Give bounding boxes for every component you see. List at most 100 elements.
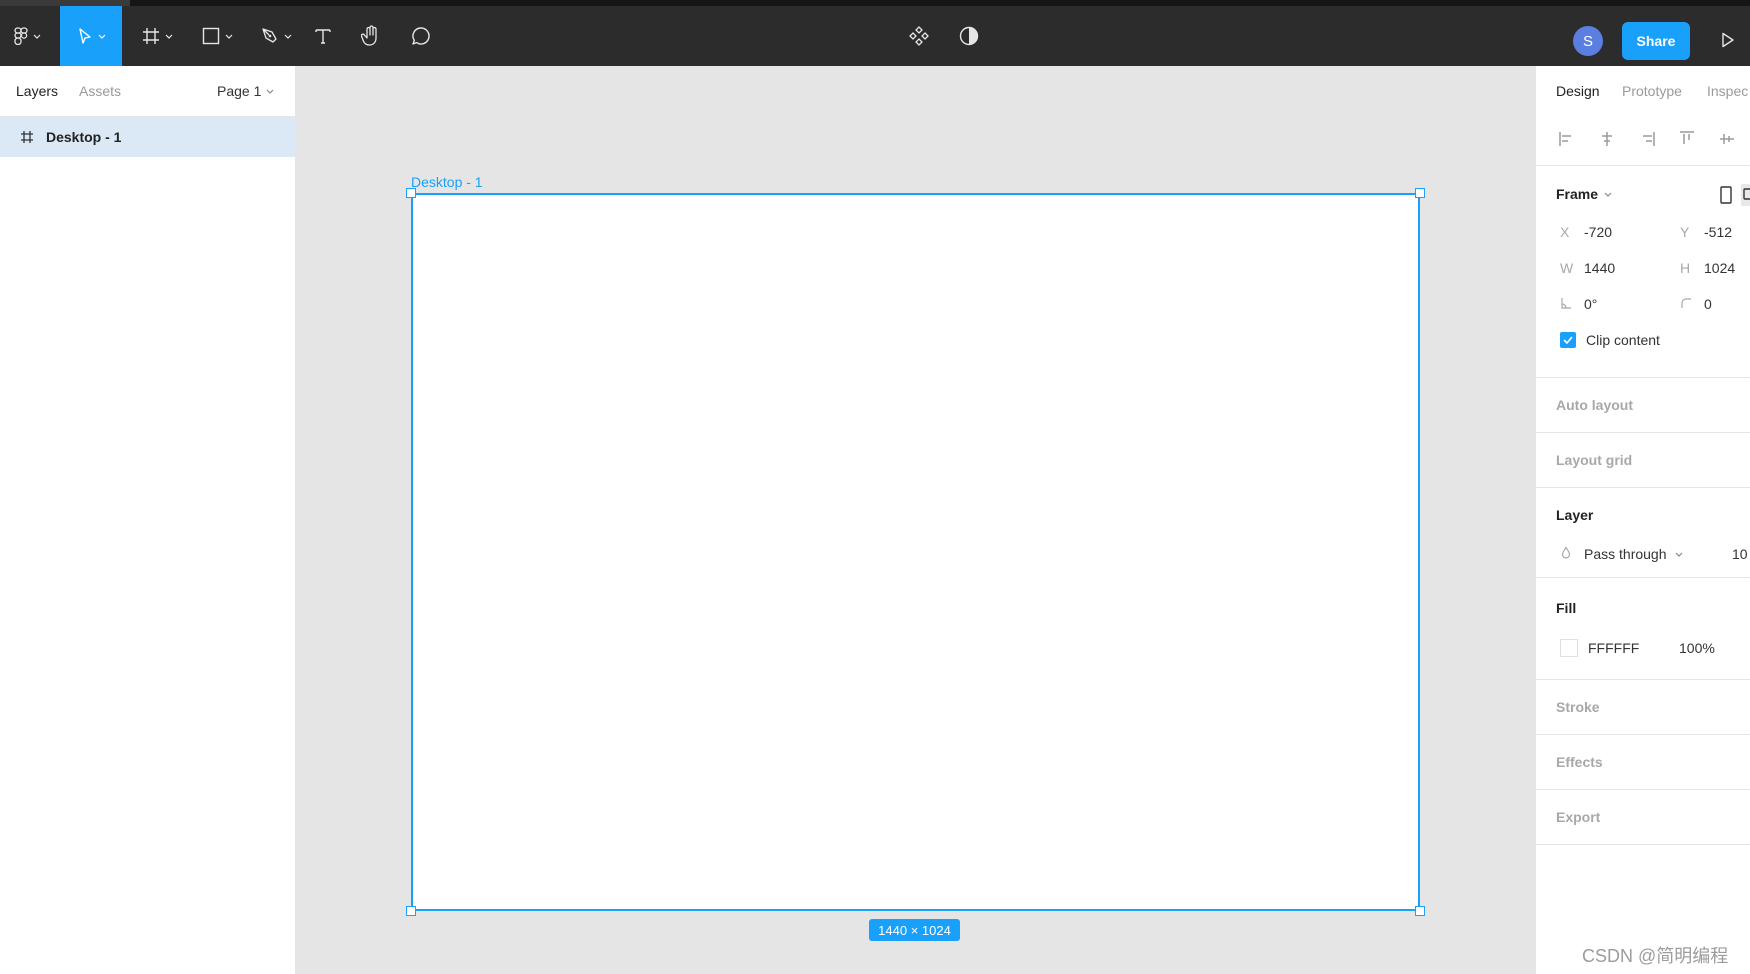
landscape-orientation-button[interactable] <box>1741 184 1750 206</box>
watermark: CSDN @简明编程 <box>1582 946 1729 966</box>
portrait-orientation-icon[interactable] <box>1720 186 1732 207</box>
w-value[interactable]: 1440 <box>1584 260 1615 276</box>
frame-hash-icon <box>142 28 159 44</box>
frame-tool-button[interactable] <box>134 6 180 66</box>
align-vertical-center-icon[interactable] <box>1716 128 1738 150</box>
stroke-title: Stroke <box>1556 699 1600 715</box>
h-label: H <box>1680 260 1691 276</box>
pen-tool-button[interactable] <box>253 6 299 66</box>
move-tool-button[interactable] <box>60 6 122 66</box>
blend-mode-value: Pass through <box>1584 546 1667 562</box>
figma-logo-icon <box>13 27 28 45</box>
w-label: W <box>1560 260 1574 276</box>
height-field[interactable]: H 1024 <box>1676 256 1735 280</box>
export-section[interactable]: Export <box>1536 790 1750 845</box>
chevron-down-icon <box>284 34 291 39</box>
tab-prototype[interactable]: Prototype <box>1622 83 1682 99</box>
align-top-icon[interactable] <box>1676 128 1698 150</box>
hand-tool-button[interactable] <box>356 6 386 66</box>
align-right-icon[interactable] <box>1636 128 1658 150</box>
align-left-icon[interactable] <box>1556 128 1578 150</box>
alignment-toolbar <box>1536 118 1750 166</box>
fill-color-swatch[interactable] <box>1560 639 1578 657</box>
layer-row[interactable]: Desktop - 1 <box>0 117 295 157</box>
tab-assets[interactable]: Assets <box>79 83 121 99</box>
width-field[interactable]: W 1440 <box>1556 256 1615 280</box>
comment-tool-button[interactable] <box>406 6 436 66</box>
theme-toggle-button[interactable] <box>954 6 984 66</box>
fill-section-title: Fill <box>1556 600 1577 616</box>
effects-section[interactable]: Effects <box>1536 735 1750 790</box>
right-panel-tabs: Design Prototype Inspec <box>1536 66 1750 118</box>
x-field[interactable]: X -720 <box>1556 220 1612 244</box>
corner-radius-field[interactable]: 0 <box>1676 292 1712 316</box>
main-menu-button[interactable] <box>6 6 48 66</box>
components-icon <box>909 26 929 46</box>
landscape-orientation-icon <box>1743 188 1750 200</box>
fill-hex-value[interactable]: FFFFFF <box>1588 640 1639 656</box>
rotation-field[interactable]: 0° <box>1556 292 1597 316</box>
resize-handle-top-right[interactable] <box>1415 188 1425 198</box>
page-selector-label: Page 1 <box>217 83 262 99</box>
rotation-angle-icon <box>1556 296 1584 312</box>
layer-opacity-value[interactable]: 10 <box>1732 546 1748 562</box>
layout-grid-title: Layout grid <box>1556 452 1633 468</box>
selected-frame[interactable] <box>411 193 1420 911</box>
pen-nib-icon <box>261 28 277 43</box>
fill-row[interactable]: FFFFFF <box>1556 636 1639 660</box>
effects-title: Effects <box>1556 754 1603 770</box>
layer-opacity-field[interactable]: 10 <box>1732 542 1748 566</box>
chevron-down-icon <box>98 34 105 39</box>
y-label: Y <box>1680 224 1690 240</box>
frame-section: Frame X -720 Y -512 W 1440 H 1024 0° 0 C… <box>1536 166 1750 378</box>
cursor-arrow-icon <box>78 28 91 44</box>
chevron-down-icon <box>266 89 274 94</box>
layer-section-title: Layer <box>1556 507 1594 523</box>
resize-handle-bottom-right[interactable] <box>1415 906 1425 916</box>
blend-mode-drop-icon <box>1556 545 1584 563</box>
tab-inspect[interactable]: Inspec <box>1707 83 1748 99</box>
clip-content-toggle[interactable]: Clip content <box>1556 328 1660 352</box>
corner-radius-value[interactable]: 0 <box>1704 296 1712 312</box>
top-toolbar: S Share <box>0 6 1750 66</box>
share-button[interactable]: Share <box>1622 22 1690 60</box>
resize-handle-bottom-left[interactable] <box>406 906 416 916</box>
rotation-value[interactable]: 0° <box>1584 296 1597 312</box>
left-panel-header: Layers Assets Page 1 <box>0 66 295 117</box>
frame-hash-icon <box>18 128 36 146</box>
frame-size-badge: 1440 × 1024 <box>869 919 960 941</box>
resize-handle-top-left[interactable] <box>406 188 416 198</box>
x-value[interactable]: -720 <box>1584 224 1612 240</box>
text-tool-button[interactable] <box>308 6 338 66</box>
present-button[interactable] <box>1716 28 1740 52</box>
layout-grid-section[interactable]: Layout grid <box>1536 433 1750 488</box>
frame-type-select[interactable]: Frame <box>1556 186 1612 202</box>
user-avatar[interactable]: S <box>1573 26 1603 56</box>
blend-mode-select[interactable]: Pass through <box>1556 542 1683 566</box>
shape-tool-button[interactable] <box>194 6 240 66</box>
page-selector[interactable]: Page 1 <box>217 83 274 99</box>
stroke-section[interactable]: Stroke <box>1536 680 1750 735</box>
play-icon <box>1722 32 1734 48</box>
auto-layout-title: Auto layout <box>1556 397 1633 413</box>
fill-opacity-value[interactable]: 100% <box>1679 640 1715 656</box>
clip-content-checkbox[interactable] <box>1560 332 1576 348</box>
y-field[interactable]: Y -512 <box>1676 220 1732 244</box>
tab-layers[interactable]: Layers <box>16 83 58 99</box>
tab-design[interactable]: Design <box>1556 83 1600 99</box>
layer-section: Layer Pass through 10 <box>1536 488 1750 578</box>
components-button[interactable] <box>904 6 934 66</box>
h-value[interactable]: 1024 <box>1704 260 1735 276</box>
y-value[interactable]: -512 <box>1704 224 1732 240</box>
right-panel: Design Prototype Inspec Frame X -720 Y -… <box>1535 66 1750 974</box>
chevron-down-icon <box>33 34 40 39</box>
chevron-down-icon <box>225 34 232 39</box>
auto-layout-section[interactable]: Auto layout <box>1536 378 1750 433</box>
contrast-icon <box>959 26 979 46</box>
corner-radius-icon <box>1676 296 1704 312</box>
frame-label[interactable]: Desktop - 1 <box>411 174 483 190</box>
fill-opacity-field[interactable]: 100% <box>1679 636 1715 660</box>
chevron-down-icon <box>1675 552 1682 557</box>
align-horizontal-center-icon[interactable] <box>1596 128 1618 150</box>
chevron-down-icon <box>1604 192 1612 197</box>
